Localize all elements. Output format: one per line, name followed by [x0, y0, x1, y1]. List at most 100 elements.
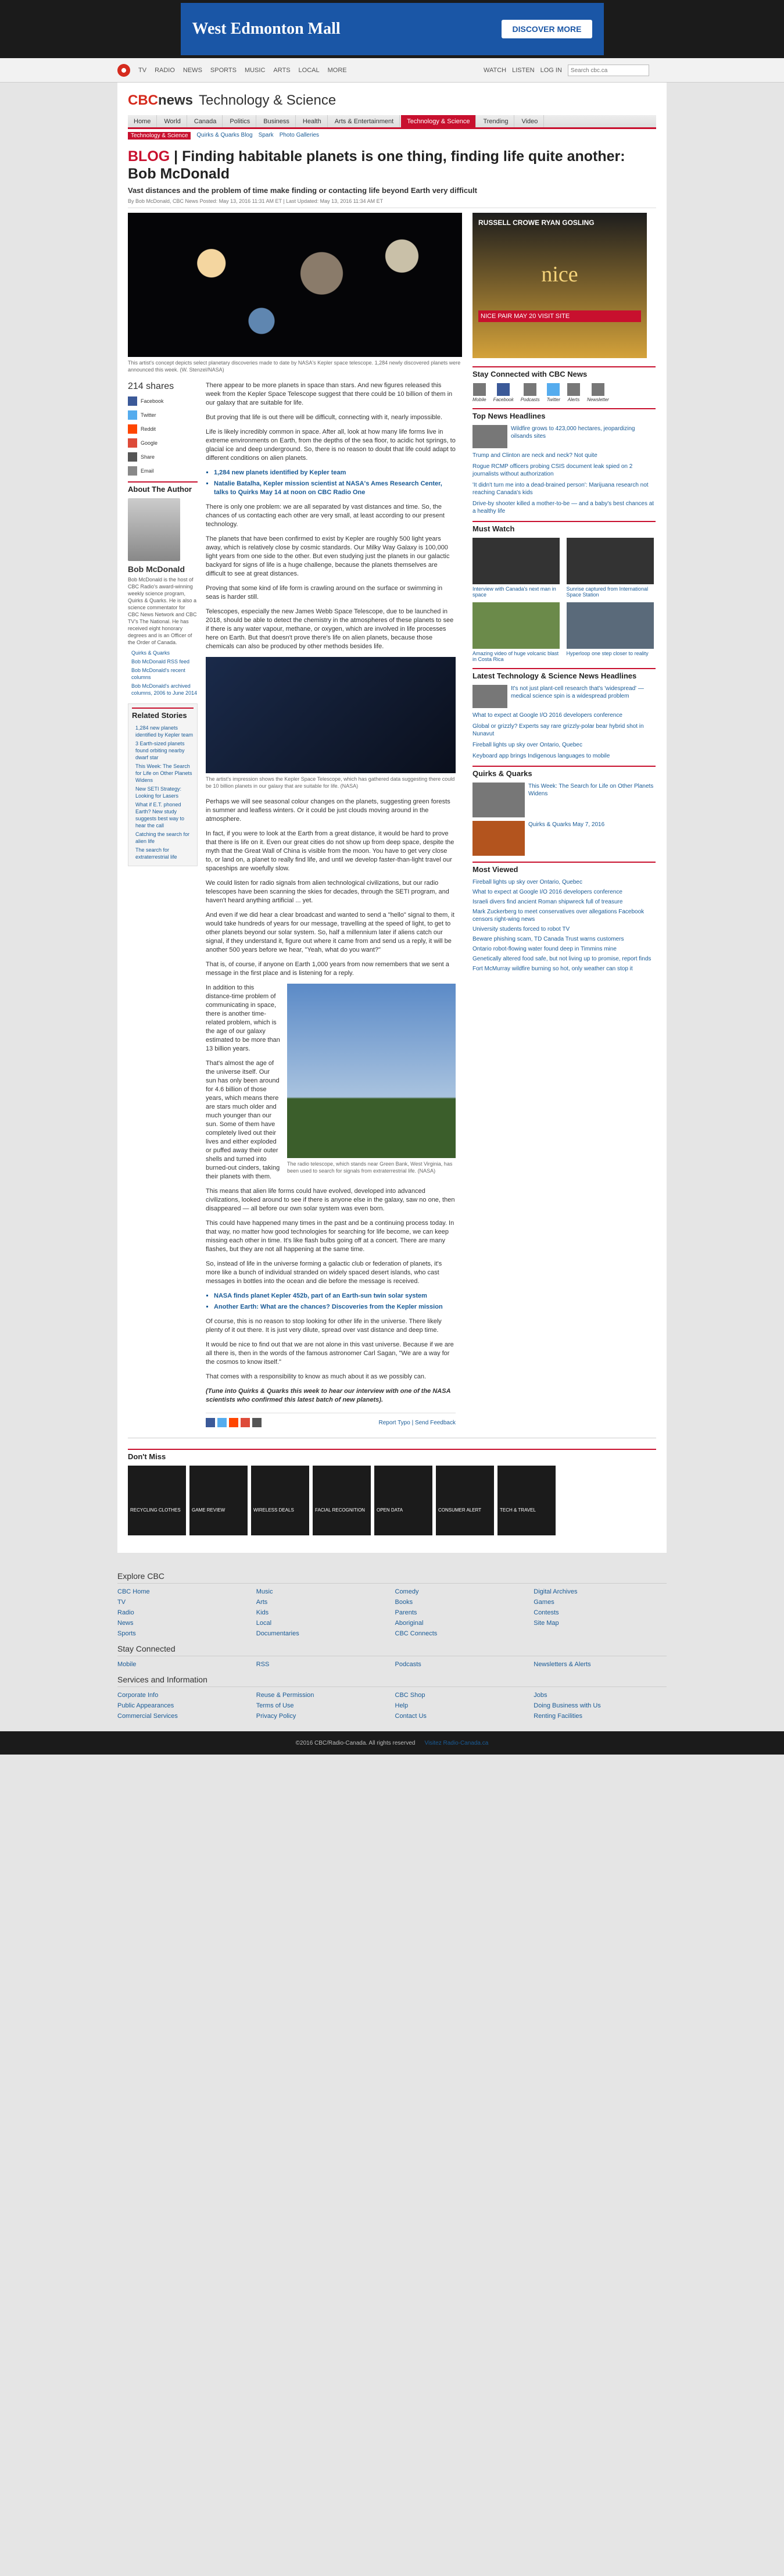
footer-link[interactable]: Public Appearances: [117, 1702, 250, 1709]
share-email[interactable]: Email: [128, 466, 198, 476]
cbc-gem-icon[interactable]: [117, 64, 130, 77]
secnav-arts[interactable]: Arts & Entertainment: [329, 115, 400, 127]
footer-link[interactable]: CBC Shop: [395, 1692, 528, 1699]
video-item[interactable]: Hyperloop one step closer to reality: [566, 602, 656, 662]
footer-link[interactable]: Doing Business with Us: [534, 1702, 667, 1709]
dont-miss-card[interactable]: RECYCLING CLOTHES: [128, 1466, 186, 1535]
subnav-photos[interactable]: Photo Galleries: [280, 132, 319, 140]
facebook-link[interactable]: Facebook: [493, 383, 514, 402]
dont-miss-card[interactable]: TECH & TRAVEL: [497, 1466, 556, 1535]
footer-link[interactable]: Jobs: [534, 1692, 667, 1699]
most-viewed-item[interactable]: Beware phishing scam, TD Canada Trust wa…: [472, 935, 656, 943]
secnav-home[interactable]: Home: [128, 115, 157, 127]
ad-cta[interactable]: NICE PAIR MAY 20 VISIT SITE: [478, 310, 641, 322]
footer-link[interactable]: Terms of Use: [256, 1702, 389, 1709]
related-link[interactable]: The search for extraterrestrial life: [132, 846, 194, 860]
video-item[interactable]: Sunrise captured from International Spac…: [566, 538, 656, 598]
nav-arts[interactable]: ARTS: [273, 67, 290, 74]
report-typo-link[interactable]: Report Typo | Send Feedback: [379, 1419, 456, 1427]
share-reddit[interactable]: Reddit: [128, 424, 198, 434]
headline-item[interactable]: Fireball lights up sky over Ontario, Que…: [472, 741, 656, 749]
secnav-tech[interactable]: Technology & Science: [401, 115, 477, 127]
footer-link[interactable]: Reuse & Permission: [256, 1692, 389, 1699]
footer-link[interactable]: Books: [395, 1599, 528, 1606]
author-link[interactable]: Bob McDonald's recent columns: [128, 667, 198, 681]
dont-miss-card[interactable]: CONSUMER ALERT: [436, 1466, 494, 1535]
email-icon[interactable]: [252, 1418, 262, 1427]
secnav-trending[interactable]: Trending: [477, 115, 515, 127]
nav-music[interactable]: MUSIC: [245, 67, 265, 74]
subnav-spark[interactable]: Spark: [259, 132, 274, 140]
nav-login[interactable]: LOG IN: [540, 67, 562, 74]
footer-link[interactable]: Arts: [256, 1599, 389, 1606]
twitter-link[interactable]: Twitter: [547, 383, 560, 402]
footer-link[interactable]: Newsletters & Alerts: [534, 1661, 667, 1668]
footer-link[interactable]: CBC Connects: [395, 1630, 528, 1637]
headline-item[interactable]: Global or grizzly? Experts say rare griz…: [472, 723, 656, 738]
most-viewed-item[interactable]: Fort McMurray wildfire burning so hot, o…: [472, 965, 656, 973]
footer-link[interactable]: CBC Home: [117, 1588, 250, 1595]
most-viewed-item[interactable]: Genetically altered food safe, but not l…: [472, 955, 656, 963]
reddit-icon[interactable]: [229, 1418, 238, 1427]
mobile-link[interactable]: Mobile: [472, 383, 486, 402]
nav-more[interactable]: MORE: [328, 67, 347, 74]
related-link[interactable]: What if E.T. phoned Earth? New study sug…: [132, 801, 194, 829]
footer-link[interactable]: RSS: [256, 1661, 389, 1668]
footer-link[interactable]: Aboriginal: [395, 1620, 528, 1627]
headline-item[interactable]: Wildfire grows to 423,000 hectares, jeop…: [472, 425, 656, 448]
headline-item[interactable]: Drive-by shooter killed a mother-to-be —…: [472, 500, 656, 515]
nav-watch[interactable]: WATCH: [484, 67, 506, 74]
footer-link[interactable]: Comedy: [395, 1588, 528, 1595]
nav-sports[interactable]: SPORTS: [210, 67, 237, 74]
footer-link[interactable]: News: [117, 1620, 250, 1627]
most-viewed-item[interactable]: Ontario robot-flowing water found deep i…: [472, 945, 656, 953]
footer-link[interactable]: Local: [256, 1620, 389, 1627]
secnav-canada[interactable]: Canada: [188, 115, 223, 127]
footer-link[interactable]: Parents: [395, 1609, 528, 1616]
footer-link[interactable]: TV: [117, 1599, 250, 1606]
footer-link[interactable]: Sports: [117, 1630, 250, 1637]
headline-item[interactable]: Trump and Clinton are neck and neck? Not…: [472, 452, 656, 459]
related-link[interactable]: Catching the search for alien life: [132, 831, 194, 845]
west-edmonton-mall-ad[interactable]: West Edmonton Mall DISCOVER MORE: [180, 3, 604, 55]
nav-listen[interactable]: LISTEN: [512, 67, 535, 74]
footer-link[interactable]: Privacy Policy: [256, 1713, 389, 1720]
secnav-politics[interactable]: Politics: [224, 115, 257, 127]
footer-link[interactable]: Documentaries: [256, 1630, 389, 1637]
inline-link[interactable]: 1,284 new planets identified by Kepler t…: [214, 469, 456, 477]
nav-radio[interactable]: RADIO: [155, 67, 175, 74]
newsletter-link[interactable]: Newsletter: [587, 383, 609, 402]
most-viewed-item[interactable]: Israeli divers find ancient Roman shipwr…: [472, 898, 656, 906]
secnav-video[interactable]: Video: [515, 115, 545, 127]
footer-link[interactable]: Contact Us: [395, 1713, 528, 1720]
footer-link[interactable]: Site Map: [534, 1620, 667, 1627]
quirks-item[interactable]: This Week: The Search for Life on Other …: [472, 783, 656, 817]
search-input[interactable]: [567, 65, 649, 76]
most-viewed-item[interactable]: University students forced to robot TV: [472, 926, 656, 933]
dont-miss-card[interactable]: OPEN DATA: [374, 1466, 432, 1535]
inline-link[interactable]: NASA finds planet Kepler 452b, part of a…: [214, 1292, 456, 1300]
alerts-link[interactable]: Alerts: [567, 383, 581, 402]
secnav-business[interactable]: Business: [257, 115, 296, 127]
quirks-item[interactable]: Quirks & Quarks May 7, 2016: [472, 821, 656, 856]
headline-item[interactable]: What to expect at Google I/O 2016 develo…: [472, 712, 656, 719]
nice-guys-ad[interactable]: RUSSELL CROWE RYAN GOSLING nice NICE PAI…: [472, 213, 647, 358]
podcasts-link[interactable]: Podcasts: [521, 383, 540, 402]
nav-local[interactable]: LOCAL: [299, 67, 320, 74]
video-item[interactable]: Amazing video of huge volcanic blast in …: [472, 602, 562, 662]
headline-item[interactable]: 'It didn't turn me into a dead-brained p…: [472, 481, 656, 496]
twitter-icon[interactable]: [217, 1418, 227, 1427]
headline-item[interactable]: Keyboard app brings Indigenous languages…: [472, 752, 656, 760]
footer-link[interactable]: Corporate Info: [117, 1692, 250, 1699]
nav-tv[interactable]: TV: [138, 67, 146, 74]
cbc-news-logo[interactable]: CBCnews: [128, 92, 193, 109]
most-viewed-item[interactable]: Mark Zuckerberg to meet conservatives ov…: [472, 908, 656, 923]
footer-link[interactable]: Mobile: [117, 1661, 250, 1668]
secnav-world[interactable]: World: [158, 115, 187, 127]
subnav-quirks[interactable]: Quirks & Quarks Blog: [196, 132, 252, 140]
footer-link[interactable]: Music: [256, 1588, 389, 1595]
footer-link[interactable]: Help: [395, 1702, 528, 1709]
footer-link[interactable]: Digital Archives: [534, 1588, 667, 1595]
related-link[interactable]: 3 Earth-sized planets found orbiting nea…: [132, 740, 194, 761]
share-share[interactable]: Share: [128, 452, 198, 462]
